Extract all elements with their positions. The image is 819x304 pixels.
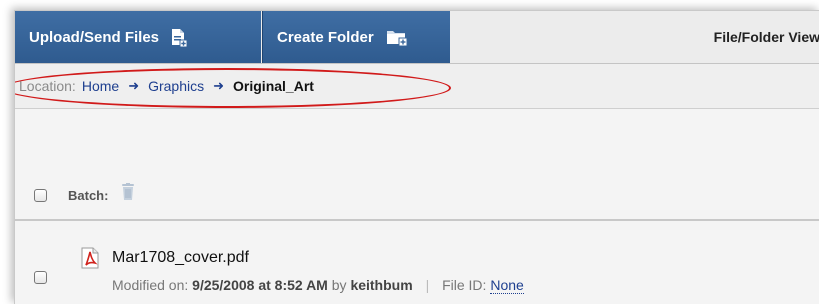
breadcrumb-home-link[interactable]: Home xyxy=(82,78,119,94)
file-select-checkbox[interactable] xyxy=(34,271,47,284)
folder-add-icon xyxy=(386,31,408,46)
document-upload-icon xyxy=(172,28,188,47)
right-arrow-icon: ➜ xyxy=(213,78,225,93)
toolbar: Upload/Send Files Create Folder File/Fol… xyxy=(15,11,819,64)
meta-divider: | xyxy=(425,277,430,293)
modified-date: 9/25/2008 at 8:52 AM xyxy=(192,277,328,293)
batch-actions-bar: Batch: xyxy=(15,171,819,221)
breadcrumb-current-folder: Original_Art xyxy=(233,78,314,94)
upload-send-files-button[interactable]: Upload/Send Files xyxy=(15,11,261,63)
create-folder-label: Create Folder xyxy=(277,28,374,46)
file-manager-window: Upload/Send Files Create Folder File/Fol… xyxy=(14,10,819,304)
select-all-checkbox[interactable] xyxy=(34,188,47,202)
batch-label: Batch: xyxy=(68,187,109,203)
file-id-label: File ID: xyxy=(442,277,487,293)
file-meta: Modified on: 9/25/2008 at 8:52 AM by kei… xyxy=(112,277,524,294)
file-author: keithbum xyxy=(350,277,413,293)
breadcrumb-graphics-link[interactable]: Graphics xyxy=(148,78,204,94)
file-folder-view-label[interactable]: File/Folder View xyxy=(714,11,819,63)
pdf-icon xyxy=(81,247,99,269)
file-name-link[interactable]: Mar1708_cover.pdf xyxy=(112,249,249,267)
breadcrumb: Location: Home ➜ Graphics ➜ Original_Art xyxy=(15,64,819,109)
create-folder-button[interactable]: Create Folder xyxy=(262,11,450,63)
by-label: by xyxy=(331,277,347,293)
file-row: Mar1708_cover.pdf Modified on: 9/25/2008… xyxy=(15,221,819,304)
right-arrow-icon: ➜ xyxy=(128,78,140,93)
upload-button-label: Upload/Send Files xyxy=(29,28,160,46)
location-label: Location: xyxy=(19,78,76,94)
trash-icon[interactable] xyxy=(122,183,135,201)
file-id-value-link[interactable]: None xyxy=(490,277,524,294)
modified-label: Modified on: xyxy=(112,277,189,293)
